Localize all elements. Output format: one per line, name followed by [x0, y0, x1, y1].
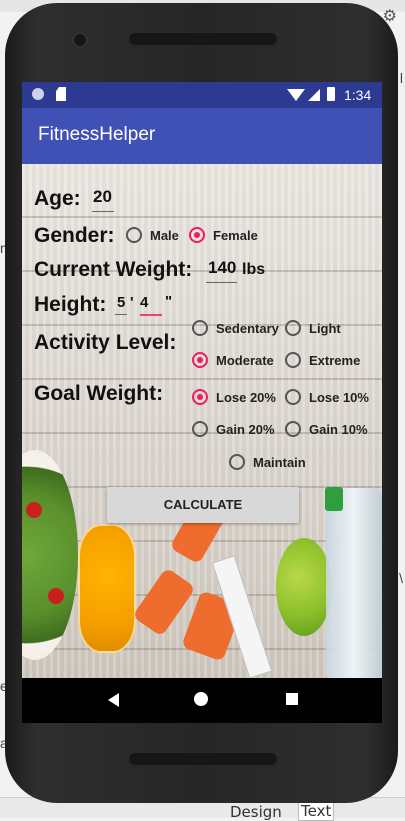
design-tab[interactable]: Design	[230, 803, 282, 821]
age-input-underline	[92, 211, 114, 212]
radio-lose-10[interactable]: Lose 10%	[285, 389, 369, 405]
radio-gain-10-button[interactable]	[285, 421, 301, 437]
height-inches-input[interactable]: 4	[140, 294, 148, 311]
radio-moderate-label: Moderate	[216, 352, 274, 368]
radio-sedentary-label: Sedentary	[216, 320, 279, 336]
orange-juice-image	[78, 524, 136, 653]
notification-circle-icon	[32, 88, 44, 100]
app-bar: FitnessHelper	[22, 108, 382, 164]
recent-apps-icon[interactable]	[286, 693, 298, 705]
radio-maintain-label: Maintain	[253, 454, 306, 470]
current-weight-input[interactable]: 140	[208, 258, 236, 278]
radio-gain-20-button[interactable]	[192, 421, 208, 437]
top-speaker	[129, 33, 277, 45]
status-bar: 1:34	[22, 82, 382, 108]
home-icon[interactable]	[194, 692, 208, 706]
radio-extreme-button[interactable]	[285, 352, 301, 368]
radio-moderate[interactable]: Moderate	[192, 352, 274, 368]
battery-icon	[327, 87, 335, 101]
radio-gain-10[interactable]: Gain 10%	[285, 421, 368, 437]
radio-male[interactable]: Male	[126, 227, 179, 243]
radio-lose-10-label: Lose 10%	[309, 389, 369, 405]
radio-female-label: Female	[213, 227, 258, 243]
radio-extreme[interactable]: Extreme	[285, 352, 360, 368]
radio-sedentary[interactable]: Sedentary	[192, 320, 279, 336]
device-screen: 1:34 FitnessHelper Age: 20 Gender: Male …	[22, 82, 382, 723]
height-feet-underline	[115, 314, 127, 315]
bottle-cap-image	[325, 487, 343, 511]
water-bottle-image	[326, 488, 382, 678]
radio-gain-10-label: Gain 10%	[309, 421, 368, 437]
form-area: Age: 20 Gender: Male Female Current Weig…	[22, 164, 382, 678]
age-input[interactable]: 20	[93, 187, 112, 207]
height-feet-input[interactable]: 5	[117, 294, 125, 311]
height-label: Height:	[34, 293, 107, 316]
goal-weight-label: Goal Weight:	[34, 382, 164, 405]
signal-icon	[308, 89, 320, 101]
app-title: FitnessHelper	[38, 124, 156, 145]
radio-lose-20-label: Lose 20%	[216, 389, 276, 405]
radio-maintain[interactable]: Maintain	[229, 454, 306, 470]
back-icon[interactable]	[108, 693, 119, 707]
radio-lose-20[interactable]: Lose 20%	[192, 389, 276, 405]
front-camera	[73, 33, 87, 47]
gender-label: Gender:	[34, 224, 115, 247]
radio-light-button[interactable]	[285, 320, 301, 336]
bottom-speaker	[129, 753, 277, 765]
radio-light-label: Light	[309, 320, 341, 336]
status-time: 1:34	[344, 87, 372, 103]
activity-level-label: Activity Level:	[34, 331, 177, 354]
system-nav-bar	[22, 678, 382, 723]
radio-light[interactable]: Light	[285, 320, 341, 336]
inches-mark: "	[165, 293, 173, 310]
tomato-image	[26, 502, 42, 518]
current-weight-label: Current Weight:	[34, 258, 193, 281]
radio-maintain-button[interactable]	[229, 454, 245, 470]
height-inches-underline	[140, 314, 162, 316]
radio-extreme-label: Extreme	[309, 352, 361, 368]
wifi-icon	[287, 89, 305, 101]
radio-lose-10-button[interactable]	[285, 389, 301, 405]
age-label: Age:	[34, 187, 81, 210]
radio-moderate-button[interactable]	[192, 352, 208, 368]
ide-side-mark: \	[399, 570, 403, 586]
radio-female-button[interactable]	[189, 227, 205, 243]
radio-gain-20-label: Gain 20%	[216, 421, 275, 437]
tomato-image	[48, 588, 64, 604]
feet-mark: '	[130, 294, 134, 311]
radio-male-button[interactable]	[126, 227, 142, 243]
radio-gain-20[interactable]: Gain 20%	[192, 421, 275, 437]
radio-lose-20-button[interactable]	[192, 389, 208, 405]
radio-male-label: Male	[150, 227, 179, 243]
green-apple-image	[276, 538, 332, 636]
sd-card-icon	[56, 87, 66, 101]
weight-unit: lbs	[242, 261, 266, 278]
ide-side-mark: l	[399, 70, 403, 86]
radio-female[interactable]: Female	[189, 227, 258, 243]
phone-frame: 1:34 FitnessHelper Age: 20 Gender: Male …	[5, 3, 398, 803]
calculate-button[interactable]: CALCULATE	[107, 487, 299, 523]
current-weight-underline	[206, 282, 237, 283]
text-tab[interactable]: Text	[298, 801, 335, 821]
radio-sedentary-button[interactable]	[192, 320, 208, 336]
